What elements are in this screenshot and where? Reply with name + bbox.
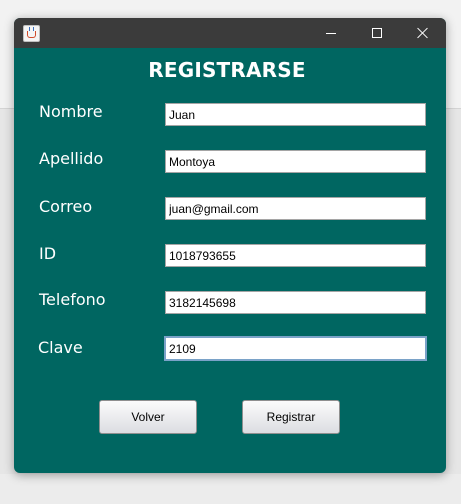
nombre-input[interactable] xyxy=(165,103,426,126)
nombre-label: Nombre xyxy=(39,102,103,121)
minimize-button[interactable] xyxy=(308,18,354,48)
correo-label: Correo xyxy=(39,197,93,216)
clave-input[interactable] xyxy=(164,336,427,361)
volver-button[interactable]: Volver xyxy=(99,400,197,434)
maximize-icon xyxy=(372,28,382,38)
close-button[interactable] xyxy=(400,18,446,48)
id-label: ID xyxy=(39,244,57,263)
maximize-button[interactable] xyxy=(354,18,400,48)
title-bar[interactable] xyxy=(14,18,446,48)
telefono-input[interactable] xyxy=(165,291,426,314)
desktop-footer xyxy=(0,474,461,504)
correo-input[interactable] xyxy=(165,197,426,220)
minimize-icon xyxy=(326,33,336,34)
apellido-input[interactable] xyxy=(165,150,426,173)
register-window: REGISTRARSE Nombre Apellido Correo ID Te… xyxy=(14,18,446,473)
close-icon xyxy=(417,27,429,39)
java-cup-icon xyxy=(23,25,40,42)
clave-label: Clave xyxy=(38,338,83,357)
form-title: REGISTRARSE xyxy=(148,58,306,82)
id-input[interactable] xyxy=(165,244,426,267)
telefono-label: Telefono xyxy=(39,290,106,309)
apellido-label: Apellido xyxy=(39,149,104,168)
registrar-button[interactable]: Registrar xyxy=(242,400,340,434)
